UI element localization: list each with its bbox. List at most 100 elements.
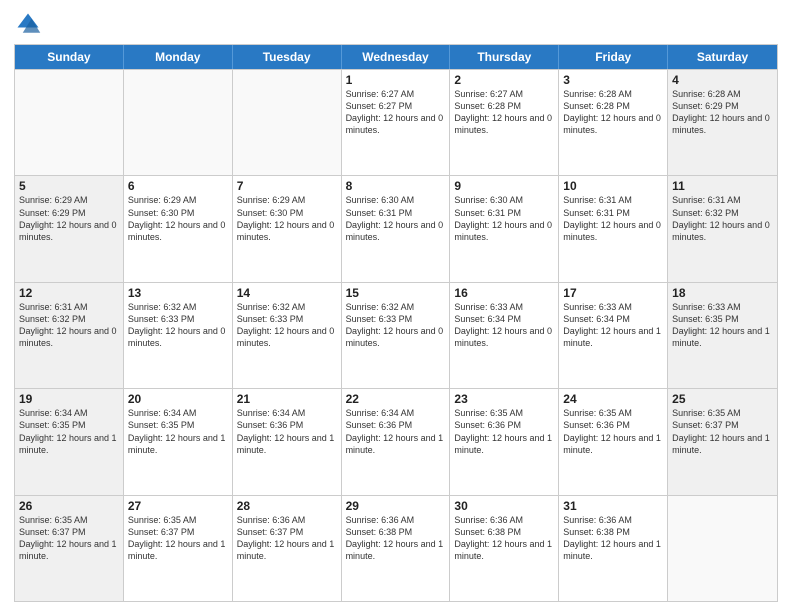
cell-info-text: Sunrise: 6:27 AM Sunset: 6:27 PM Dayligh…: [346, 88, 446, 137]
calendar-header-row: SundayMondayTuesdayWednesdayThursdayFrid…: [15, 45, 777, 69]
cal-cell-4-0: 26Sunrise: 6:35 AM Sunset: 6:37 PM Dayli…: [15, 496, 124, 601]
cal-cell-4-4: 30Sunrise: 6:36 AM Sunset: 6:38 PM Dayli…: [450, 496, 559, 601]
cell-info-text: Sunrise: 6:32 AM Sunset: 6:33 PM Dayligh…: [346, 301, 446, 350]
cell-info-text: Sunrise: 6:33 AM Sunset: 6:35 PM Dayligh…: [672, 301, 773, 350]
day-number: 27: [128, 499, 228, 513]
cell-info-text: Sunrise: 6:34 AM Sunset: 6:36 PM Dayligh…: [346, 407, 446, 456]
cal-cell-3-2: 21Sunrise: 6:34 AM Sunset: 6:36 PM Dayli…: [233, 389, 342, 494]
cal-cell-0-1: [124, 70, 233, 175]
day-number: 15: [346, 286, 446, 300]
cal-cell-2-1: 13Sunrise: 6:32 AM Sunset: 6:33 PM Dayli…: [124, 283, 233, 388]
calendar: SundayMondayTuesdayWednesdayThursdayFrid…: [14, 44, 778, 602]
cell-info-text: Sunrise: 6:29 AM Sunset: 6:29 PM Dayligh…: [19, 194, 119, 243]
cal-cell-4-5: 31Sunrise: 6:36 AM Sunset: 6:38 PM Dayli…: [559, 496, 668, 601]
cal-cell-4-3: 29Sunrise: 6:36 AM Sunset: 6:38 PM Dayli…: [342, 496, 451, 601]
cell-info-text: Sunrise: 6:34 AM Sunset: 6:35 PM Dayligh…: [19, 407, 119, 456]
cal-cell-4-6: [668, 496, 777, 601]
cal-cell-0-0: [15, 70, 124, 175]
cal-cell-2-3: 15Sunrise: 6:32 AM Sunset: 6:33 PM Dayli…: [342, 283, 451, 388]
cell-info-text: Sunrise: 6:36 AM Sunset: 6:38 PM Dayligh…: [346, 514, 446, 563]
cal-cell-1-2: 7Sunrise: 6:29 AM Sunset: 6:30 PM Daylig…: [233, 176, 342, 281]
cal-row-4: 26Sunrise: 6:35 AM Sunset: 6:37 PM Dayli…: [15, 495, 777, 601]
cal-row-1: 5Sunrise: 6:29 AM Sunset: 6:29 PM Daylig…: [15, 175, 777, 281]
cal-cell-0-5: 3Sunrise: 6:28 AM Sunset: 6:28 PM Daylig…: [559, 70, 668, 175]
cal-header-sunday: Sunday: [15, 45, 124, 69]
cell-info-text: Sunrise: 6:28 AM Sunset: 6:29 PM Dayligh…: [672, 88, 773, 137]
day-number: 6: [128, 179, 228, 193]
day-number: 11: [672, 179, 773, 193]
cal-cell-2-4: 16Sunrise: 6:33 AM Sunset: 6:34 PM Dayli…: [450, 283, 559, 388]
day-number: 18: [672, 286, 773, 300]
cell-info-text: Sunrise: 6:30 AM Sunset: 6:31 PM Dayligh…: [454, 194, 554, 243]
cell-info-text: Sunrise: 6:32 AM Sunset: 6:33 PM Dayligh…: [128, 301, 228, 350]
cal-cell-2-5: 17Sunrise: 6:33 AM Sunset: 6:34 PM Dayli…: [559, 283, 668, 388]
cal-cell-1-5: 10Sunrise: 6:31 AM Sunset: 6:31 PM Dayli…: [559, 176, 668, 281]
cell-info-text: Sunrise: 6:30 AM Sunset: 6:31 PM Dayligh…: [346, 194, 446, 243]
cell-info-text: Sunrise: 6:35 AM Sunset: 6:36 PM Dayligh…: [563, 407, 663, 456]
day-number: 16: [454, 286, 554, 300]
cal-cell-2-0: 12Sunrise: 6:31 AM Sunset: 6:32 PM Dayli…: [15, 283, 124, 388]
cal-cell-2-6: 18Sunrise: 6:33 AM Sunset: 6:35 PM Dayli…: [668, 283, 777, 388]
cal-cell-3-5: 24Sunrise: 6:35 AM Sunset: 6:36 PM Dayli…: [559, 389, 668, 494]
page: SundayMondayTuesdayWednesdayThursdayFrid…: [0, 0, 792, 612]
cal-header-thursday: Thursday: [450, 45, 559, 69]
cal-cell-0-4: 2Sunrise: 6:27 AM Sunset: 6:28 PM Daylig…: [450, 70, 559, 175]
cell-info-text: Sunrise: 6:36 AM Sunset: 6:38 PM Dayligh…: [454, 514, 554, 563]
cal-cell-0-2: [233, 70, 342, 175]
day-number: 12: [19, 286, 119, 300]
day-number: 24: [563, 392, 663, 406]
cal-cell-3-1: 20Sunrise: 6:34 AM Sunset: 6:35 PM Dayli…: [124, 389, 233, 494]
cell-info-text: Sunrise: 6:35 AM Sunset: 6:37 PM Dayligh…: [128, 514, 228, 563]
day-number: 25: [672, 392, 773, 406]
day-number: 4: [672, 73, 773, 87]
day-number: 20: [128, 392, 228, 406]
day-number: 1: [346, 73, 446, 87]
cal-row-2: 12Sunrise: 6:31 AM Sunset: 6:32 PM Dayli…: [15, 282, 777, 388]
cell-info-text: Sunrise: 6:35 AM Sunset: 6:37 PM Dayligh…: [19, 514, 119, 563]
day-number: 30: [454, 499, 554, 513]
cal-cell-4-1: 27Sunrise: 6:35 AM Sunset: 6:37 PM Dayli…: [124, 496, 233, 601]
cal-cell-1-4: 9Sunrise: 6:30 AM Sunset: 6:31 PM Daylig…: [450, 176, 559, 281]
cal-cell-3-4: 23Sunrise: 6:35 AM Sunset: 6:36 PM Dayli…: [450, 389, 559, 494]
logo-icon: [14, 10, 42, 38]
day-number: 17: [563, 286, 663, 300]
cal-cell-1-6: 11Sunrise: 6:31 AM Sunset: 6:32 PM Dayli…: [668, 176, 777, 281]
logo: [14, 10, 46, 38]
day-number: 29: [346, 499, 446, 513]
cal-header-tuesday: Tuesday: [233, 45, 342, 69]
day-number: 31: [563, 499, 663, 513]
cal-header-monday: Monday: [124, 45, 233, 69]
cal-cell-1-0: 5Sunrise: 6:29 AM Sunset: 6:29 PM Daylig…: [15, 176, 124, 281]
cal-cell-1-3: 8Sunrise: 6:30 AM Sunset: 6:31 PM Daylig…: [342, 176, 451, 281]
cell-info-text: Sunrise: 6:31 AM Sunset: 6:32 PM Dayligh…: [672, 194, 773, 243]
cell-info-text: Sunrise: 6:32 AM Sunset: 6:33 PM Dayligh…: [237, 301, 337, 350]
day-number: 23: [454, 392, 554, 406]
day-number: 9: [454, 179, 554, 193]
cal-cell-1-1: 6Sunrise: 6:29 AM Sunset: 6:30 PM Daylig…: [124, 176, 233, 281]
calendar-body: 1Sunrise: 6:27 AM Sunset: 6:27 PM Daylig…: [15, 69, 777, 601]
day-number: 22: [346, 392, 446, 406]
day-number: 19: [19, 392, 119, 406]
cal-cell-0-3: 1Sunrise: 6:27 AM Sunset: 6:27 PM Daylig…: [342, 70, 451, 175]
day-number: 10: [563, 179, 663, 193]
cal-cell-3-6: 25Sunrise: 6:35 AM Sunset: 6:37 PM Dayli…: [668, 389, 777, 494]
cell-info-text: Sunrise: 6:27 AM Sunset: 6:28 PM Dayligh…: [454, 88, 554, 137]
day-number: 28: [237, 499, 337, 513]
cal-header-saturday: Saturday: [668, 45, 777, 69]
day-number: 3: [563, 73, 663, 87]
cal-header-friday: Friday: [559, 45, 668, 69]
cal-cell-0-6: 4Sunrise: 6:28 AM Sunset: 6:29 PM Daylig…: [668, 70, 777, 175]
day-number: 14: [237, 286, 337, 300]
day-number: 5: [19, 179, 119, 193]
cal-cell-4-2: 28Sunrise: 6:36 AM Sunset: 6:37 PM Dayli…: [233, 496, 342, 601]
day-number: 13: [128, 286, 228, 300]
cell-info-text: Sunrise: 6:35 AM Sunset: 6:36 PM Dayligh…: [454, 407, 554, 456]
cal-cell-3-3: 22Sunrise: 6:34 AM Sunset: 6:36 PM Dayli…: [342, 389, 451, 494]
day-number: 26: [19, 499, 119, 513]
day-number: 2: [454, 73, 554, 87]
cell-info-text: Sunrise: 6:31 AM Sunset: 6:32 PM Dayligh…: [19, 301, 119, 350]
cell-info-text: Sunrise: 6:31 AM Sunset: 6:31 PM Dayligh…: [563, 194, 663, 243]
cell-info-text: Sunrise: 6:36 AM Sunset: 6:38 PM Dayligh…: [563, 514, 663, 563]
cell-info-text: Sunrise: 6:33 AM Sunset: 6:34 PM Dayligh…: [454, 301, 554, 350]
day-number: 21: [237, 392, 337, 406]
